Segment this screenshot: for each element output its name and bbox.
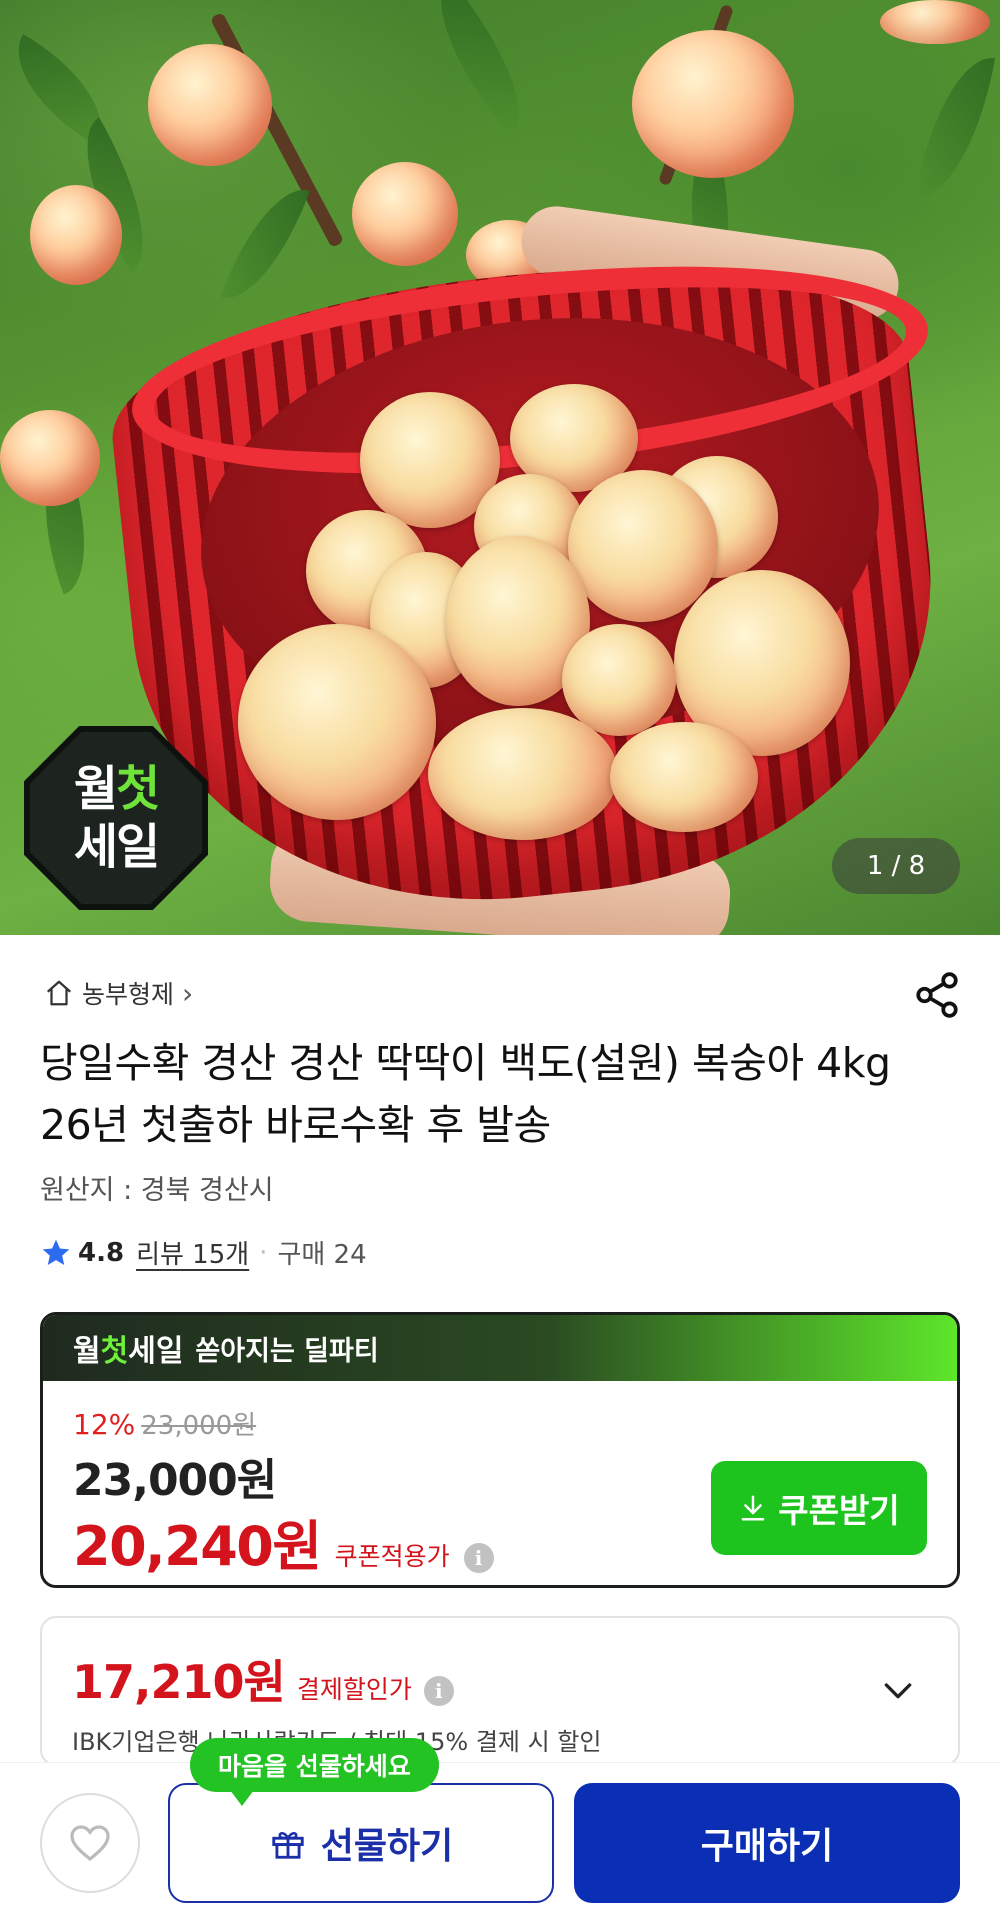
star-icon [42,1239,70,1265]
store-name: 농부형제 [82,980,175,1009]
image-counter: 1 / 8 [832,838,960,894]
peach [610,722,758,832]
peach [238,624,436,820]
chevron-right-icon: › [182,976,194,1010]
peach [632,30,794,178]
get-coupon-label: 쿠폰받기 [778,1492,900,1529]
promo-header: 월첫세일 쏟아지는 딜파티 [43,1315,957,1381]
purchase-count: 구매 24 [277,1240,367,1270]
wishlist-button[interactable] [40,1793,140,1893]
payment-discount-card[interactable]: 17,210원 결제할인가 i IBK기업은행 나라사랑카드 / 최대 15% … [40,1616,960,1766]
info-icon[interactable]: i [423,1676,454,1706]
home-icon [47,980,71,1006]
separator-dot: · [259,1237,268,1268]
get-coupon-button[interactable]: 쿠폰받기 [711,1461,927,1555]
peach [428,708,618,840]
chevron-down-icon[interactable] [878,1670,918,1710]
coupon-price-label: 쿠폰적용가 [334,1542,450,1571]
peach [568,470,718,622]
review-link[interactable]: 리뷰 15개 [136,1234,249,1271]
payment-price: 17,210원 [72,1655,286,1709]
promo-brand-b: 첫 [100,1334,129,1369]
promo-headline: 쏟아지는 딜파티 [195,1335,379,1367]
leaf [220,174,310,314]
promo-brand-c: 세일 [128,1334,184,1369]
gift-button[interactable]: 선물하기 [168,1783,554,1903]
product-title: 당일수확 경산 경산 딱딱이 백도(설원) 복숭아 4kg 26년 첫출하 바로… [40,1039,891,1149]
badge-char: 월 [73,761,118,817]
heart-icon [70,1825,110,1862]
peach [0,410,100,506]
payment-price-row: 17,210원 결제할인가 i [72,1646,928,1712]
peach [562,624,676,736]
info-icon[interactable]: i [463,1543,494,1573]
rating-row: 4.8 리뷰 15개 · 구매 24 [40,1234,367,1271]
buy-button[interactable]: 구매하기 [574,1783,960,1903]
bottom-action-bar: 선물하기 구매하기 [0,1762,1000,1920]
promo-body: 12% 23,000원 23,000원 20,240원 쿠폰적용가 i 쿠폰받기 [43,1381,957,1585]
product-image[interactable]: 월첫 세일 1 / 8 [0,0,1000,935]
badge-char-highlight: 첫 [116,761,160,817]
peach [352,162,458,266]
product-origin: 원산지 : 경북 경산시 [40,1175,274,1206]
buy-label: 구매하기 [700,1825,834,1866]
payment-price-label: 결제할인가 [296,1675,412,1704]
leaf [407,0,553,137]
coupon-price: 20,240원 [73,1515,322,1578]
share-icon[interactable] [912,970,962,1020]
download-icon [742,1495,765,1521]
rating-score: 4.8 [78,1237,125,1268]
peach [148,44,272,166]
peach [30,185,122,285]
peach [880,0,990,44]
leaf [914,48,996,207]
store-link[interactable]: 농부형제 › [44,975,193,1011]
leaf [0,34,127,146]
promo-card: 월첫세일 쏟아지는 딜파티 12% 23,000원 23,000원 20,240원… [40,1312,960,1588]
promo-brand: 월첫세일 [73,1326,183,1370]
promo-brand-a: 월 [73,1334,101,1369]
original-price: 23,000원 [141,1411,257,1441]
gift-tooltip: 마음을 선물하세요 [190,1738,439,1806]
discount-percent: 12% [73,1408,136,1441]
badge-line2: 세일 [73,819,160,875]
gift-label: 선물하기 [320,1825,454,1866]
gift-icon [272,1832,304,1859]
